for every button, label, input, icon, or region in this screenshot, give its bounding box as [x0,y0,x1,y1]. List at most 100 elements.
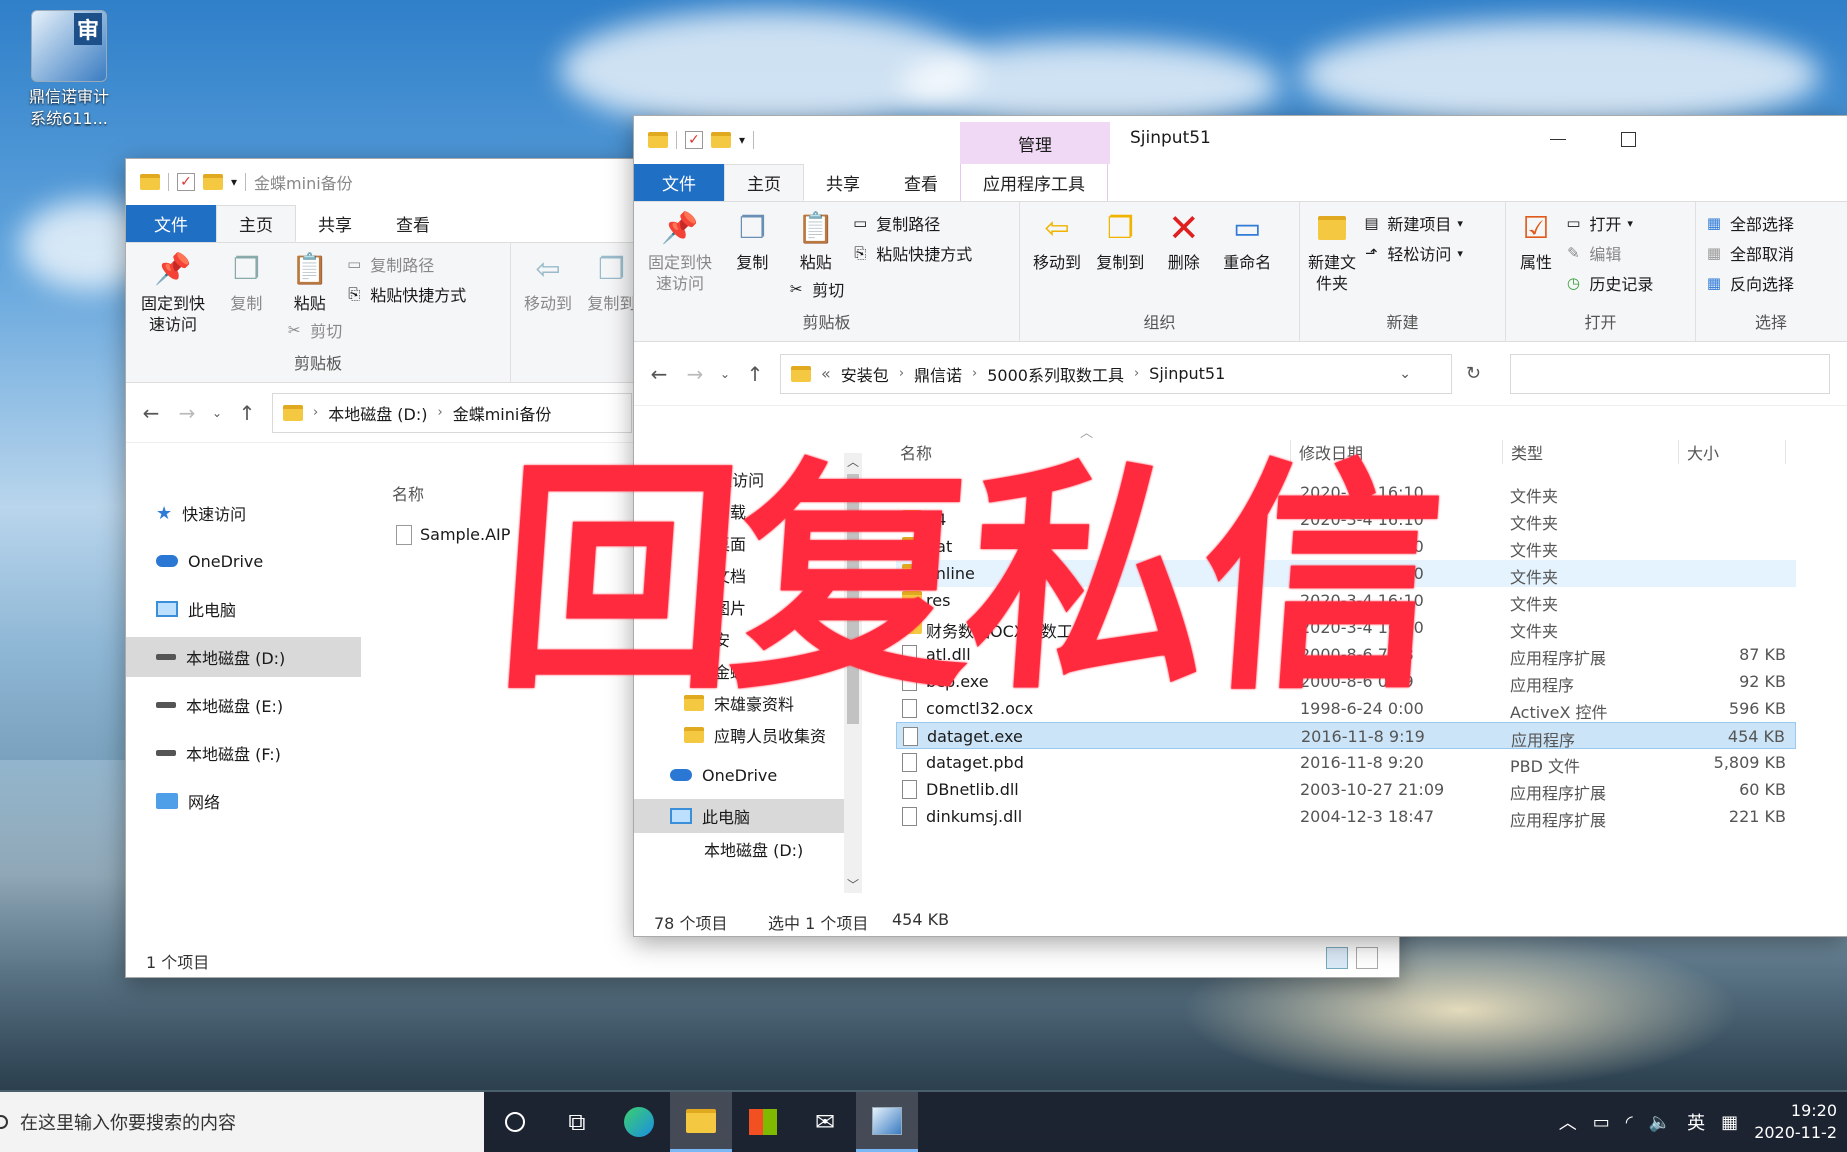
file-row[interactable]: dataget.exe 2016-11-8 9:19 应用程序 454 KB [896,722,1796,750]
ime-mode-icon[interactable]: ▦ [1721,1112,1738,1133]
select-all-button[interactable]: ▦ 全部选择 [1704,208,1838,238]
properties-icon[interactable]: ✓ [177,173,195,191]
forward-arrow-icon[interactable]: → [176,401,198,425]
rename-button[interactable]: ▭ 重命名 [1218,208,1276,273]
paste-button[interactable]: 📋 粘贴 [787,208,845,273]
file-row[interactable]: DBnetlib.dll 2003-10-27 21:09 应用程序扩展 60 KB [896,776,1796,803]
address-bar[interactable]: « 安装包 › 鼎信诺 › 5000系列取数工具 › Sjinput51 ⌄ ↻ [780,353,1481,394]
scroll-down-icon[interactable]: ﹀ [844,876,862,893]
column-header-size[interactable]: 大小 [1678,440,1787,464]
breadcrumb-overflow[interactable]: « [821,364,831,383]
tab-file[interactable]: 文件 [126,205,216,242]
tab-home[interactable]: 主页 [724,164,804,201]
breadcrumb-backup-folder[interactable]: 金蝶mini备份 [453,401,552,425]
cut-button[interactable]: ✂ 剪切 [284,315,466,345]
breadcrumb-dingxinnuo[interactable]: 鼎信诺 [914,362,962,386]
tab-application-tools[interactable]: 应用程序工具 [960,164,1108,201]
file-row[interactable]: Sample.AIP [396,521,510,548]
customize-dropdown-icon[interactable]: ▾ [231,175,237,189]
breadcrumb-local-disk-d[interactable]: 本地磁盘 (D:) [328,401,427,425]
delete-button[interactable]: ✕ 删除 [1155,208,1213,273]
new-folder-icon[interactable] [711,132,731,148]
copy-button[interactable]: ❐ 复制 [723,208,781,273]
breadcrumb-install-package[interactable]: 安装包 [841,362,889,386]
show-hidden-icons-icon[interactable]: ︿ [1559,1109,1577,1135]
nav-folder-recruit[interactable]: 应聘人员收集资 [634,719,844,751]
file-row[interactable]: dinkumsj.dll 2004-12-3 18:47 应用程序扩展 221 KB [896,803,1796,830]
properties-icon[interactable]: ✓ [685,131,703,149]
breadcrumb-sjinput51[interactable]: Sjinput51 [1149,364,1225,383]
maximize-icon[interactable] [1598,124,1658,154]
up-arrow-icon[interactable]: ↑ [236,401,258,425]
refresh-icon[interactable]: ↻ [1466,363,1481,384]
nav-disk-d[interactable]: 本地磁盘 (D:) [634,833,844,865]
move-to-button[interactable]: ⇦ 移动到 [1028,208,1086,273]
history-button[interactable]: ◷ 历史记录 [1563,268,1654,298]
select-none-button[interactable]: ▦ 全部取消 [1704,238,1838,268]
tab-share[interactable]: 共享 [804,164,882,201]
new-folder-icon[interactable] [203,174,223,190]
details-view-icon[interactable] [1326,947,1348,969]
tab-home[interactable]: 主页 [216,205,296,242]
new-item-button[interactable]: ▤ 新建项目 ▾ [1361,208,1463,238]
edge-browser-icon[interactable] [608,1092,670,1152]
large-icons-view-icon[interactable] [1356,947,1378,969]
forward-arrow-icon[interactable]: → [684,362,706,386]
wifi-icon[interactable]: ◜ [1626,1112,1633,1133]
desktop-icon-audit-system[interactable]: 审 鼎信诺审计 系统611... [14,10,124,130]
cut-button[interactable]: ✂ 剪切 [786,274,972,304]
ime-indicator[interactable]: 英 [1687,1109,1705,1135]
nav-disk-f[interactable]: 本地磁盘 (F:) [126,733,361,773]
copy-path-button[interactable]: ▭ 复制路径 [850,208,972,238]
recent-dropdown-icon[interactable]: ⌄ [720,367,730,381]
move-to-button[interactable]: ⇦ 移动到 [519,249,577,314]
nav-this-pc[interactable]: 此电脑 [126,589,361,629]
easy-access-button[interactable]: ⬏ 轻松访问 ▾ [1361,238,1463,268]
open-button[interactable]: ▭ 打开 ▾ [1563,208,1653,238]
breadcrumb-5000-series[interactable]: 5000系列取数工具 [987,362,1124,386]
nav-onedrive[interactable]: OneDrive [634,759,844,791]
context-tab-manage[interactable]: 管理 [960,122,1110,164]
nav-quick-access[interactable]: ★ 快速访问 [126,493,361,533]
paste-button[interactable]: 📋 粘贴 [281,249,339,314]
back-arrow-icon[interactable]: ← [648,362,670,386]
paste-shortcut-button[interactable]: ⎘ 粘贴快捷方式 [850,238,972,268]
tab-view[interactable]: 查看 [374,205,452,242]
tab-share[interactable]: 共享 [296,205,374,242]
customize-dropdown-icon[interactable]: ▾ [739,133,745,147]
battery-icon[interactable]: ▭ [1593,1112,1610,1133]
recent-dropdown-icon[interactable]: ⌄ [212,406,222,420]
nav-disk-d[interactable]: 本地磁盘 (D:) [126,637,361,677]
back-arrow-icon[interactable]: ← [140,401,162,425]
copy-path-button[interactable]: ▭ 复制路径 [344,249,466,279]
pin-quick-access-button[interactable]: 📌 固定到快速访问 [134,249,212,335]
copy-to-button[interactable]: ❐ 复制到 [1091,208,1149,273]
invert-selection-button[interactable]: ▦ 反向选择 [1704,268,1838,298]
copy-to-button[interactable]: ❐ 复制到 [582,249,640,314]
cortana-icon[interactable] [484,1092,546,1152]
task-view-icon[interactable]: ⧉ [546,1092,608,1152]
taskbar-search-box[interactable]: 在这里输入你要搜索的内容 [0,1092,484,1152]
address-dropdown-icon[interactable]: ⌄ [1399,366,1411,382]
clock[interactable]: 19:20 2020-11-2 [1754,1100,1837,1144]
microsoft-store-icon[interactable] [732,1092,794,1152]
copy-button[interactable]: ❐ 复制 [217,249,275,314]
audit-app-taskbar-icon[interactable] [856,1092,918,1152]
tab-view[interactable]: 查看 [882,164,960,201]
minimize-icon[interactable] [1528,124,1588,154]
nav-onedrive[interactable]: OneDrive [126,541,361,581]
nav-this-pc[interactable]: 此电脑 [634,799,844,833]
nav-network[interactable]: 网络 [126,781,361,821]
new-folder-button[interactable]: 新建文件夹 [1308,208,1356,294]
address-bar[interactable]: › 本地磁盘 (D:) › 金蝶mini备份 [272,392,632,433]
nav-disk-e[interactable]: 本地磁盘 (E:) [126,685,361,725]
paste-shortcut-button[interactable]: ⎘ 粘贴快捷方式 [344,279,466,309]
pin-quick-access-button[interactable]: 📌 固定到快速访问 [642,208,718,294]
tab-file[interactable]: 文件 [634,164,724,201]
file-explorer-icon[interactable] [670,1092,732,1152]
search-box[interactable] [1510,353,1830,394]
file-row[interactable]: dataget.pbd 2016-11-8 9:20 PBD 文件 5,809 KB [896,749,1796,776]
volume-icon[interactable]: 🔈 [1649,1112,1671,1133]
edit-button[interactable]: ✎ 编辑 [1563,238,1653,268]
column-header-name[interactable]: 名称 [392,481,424,505]
